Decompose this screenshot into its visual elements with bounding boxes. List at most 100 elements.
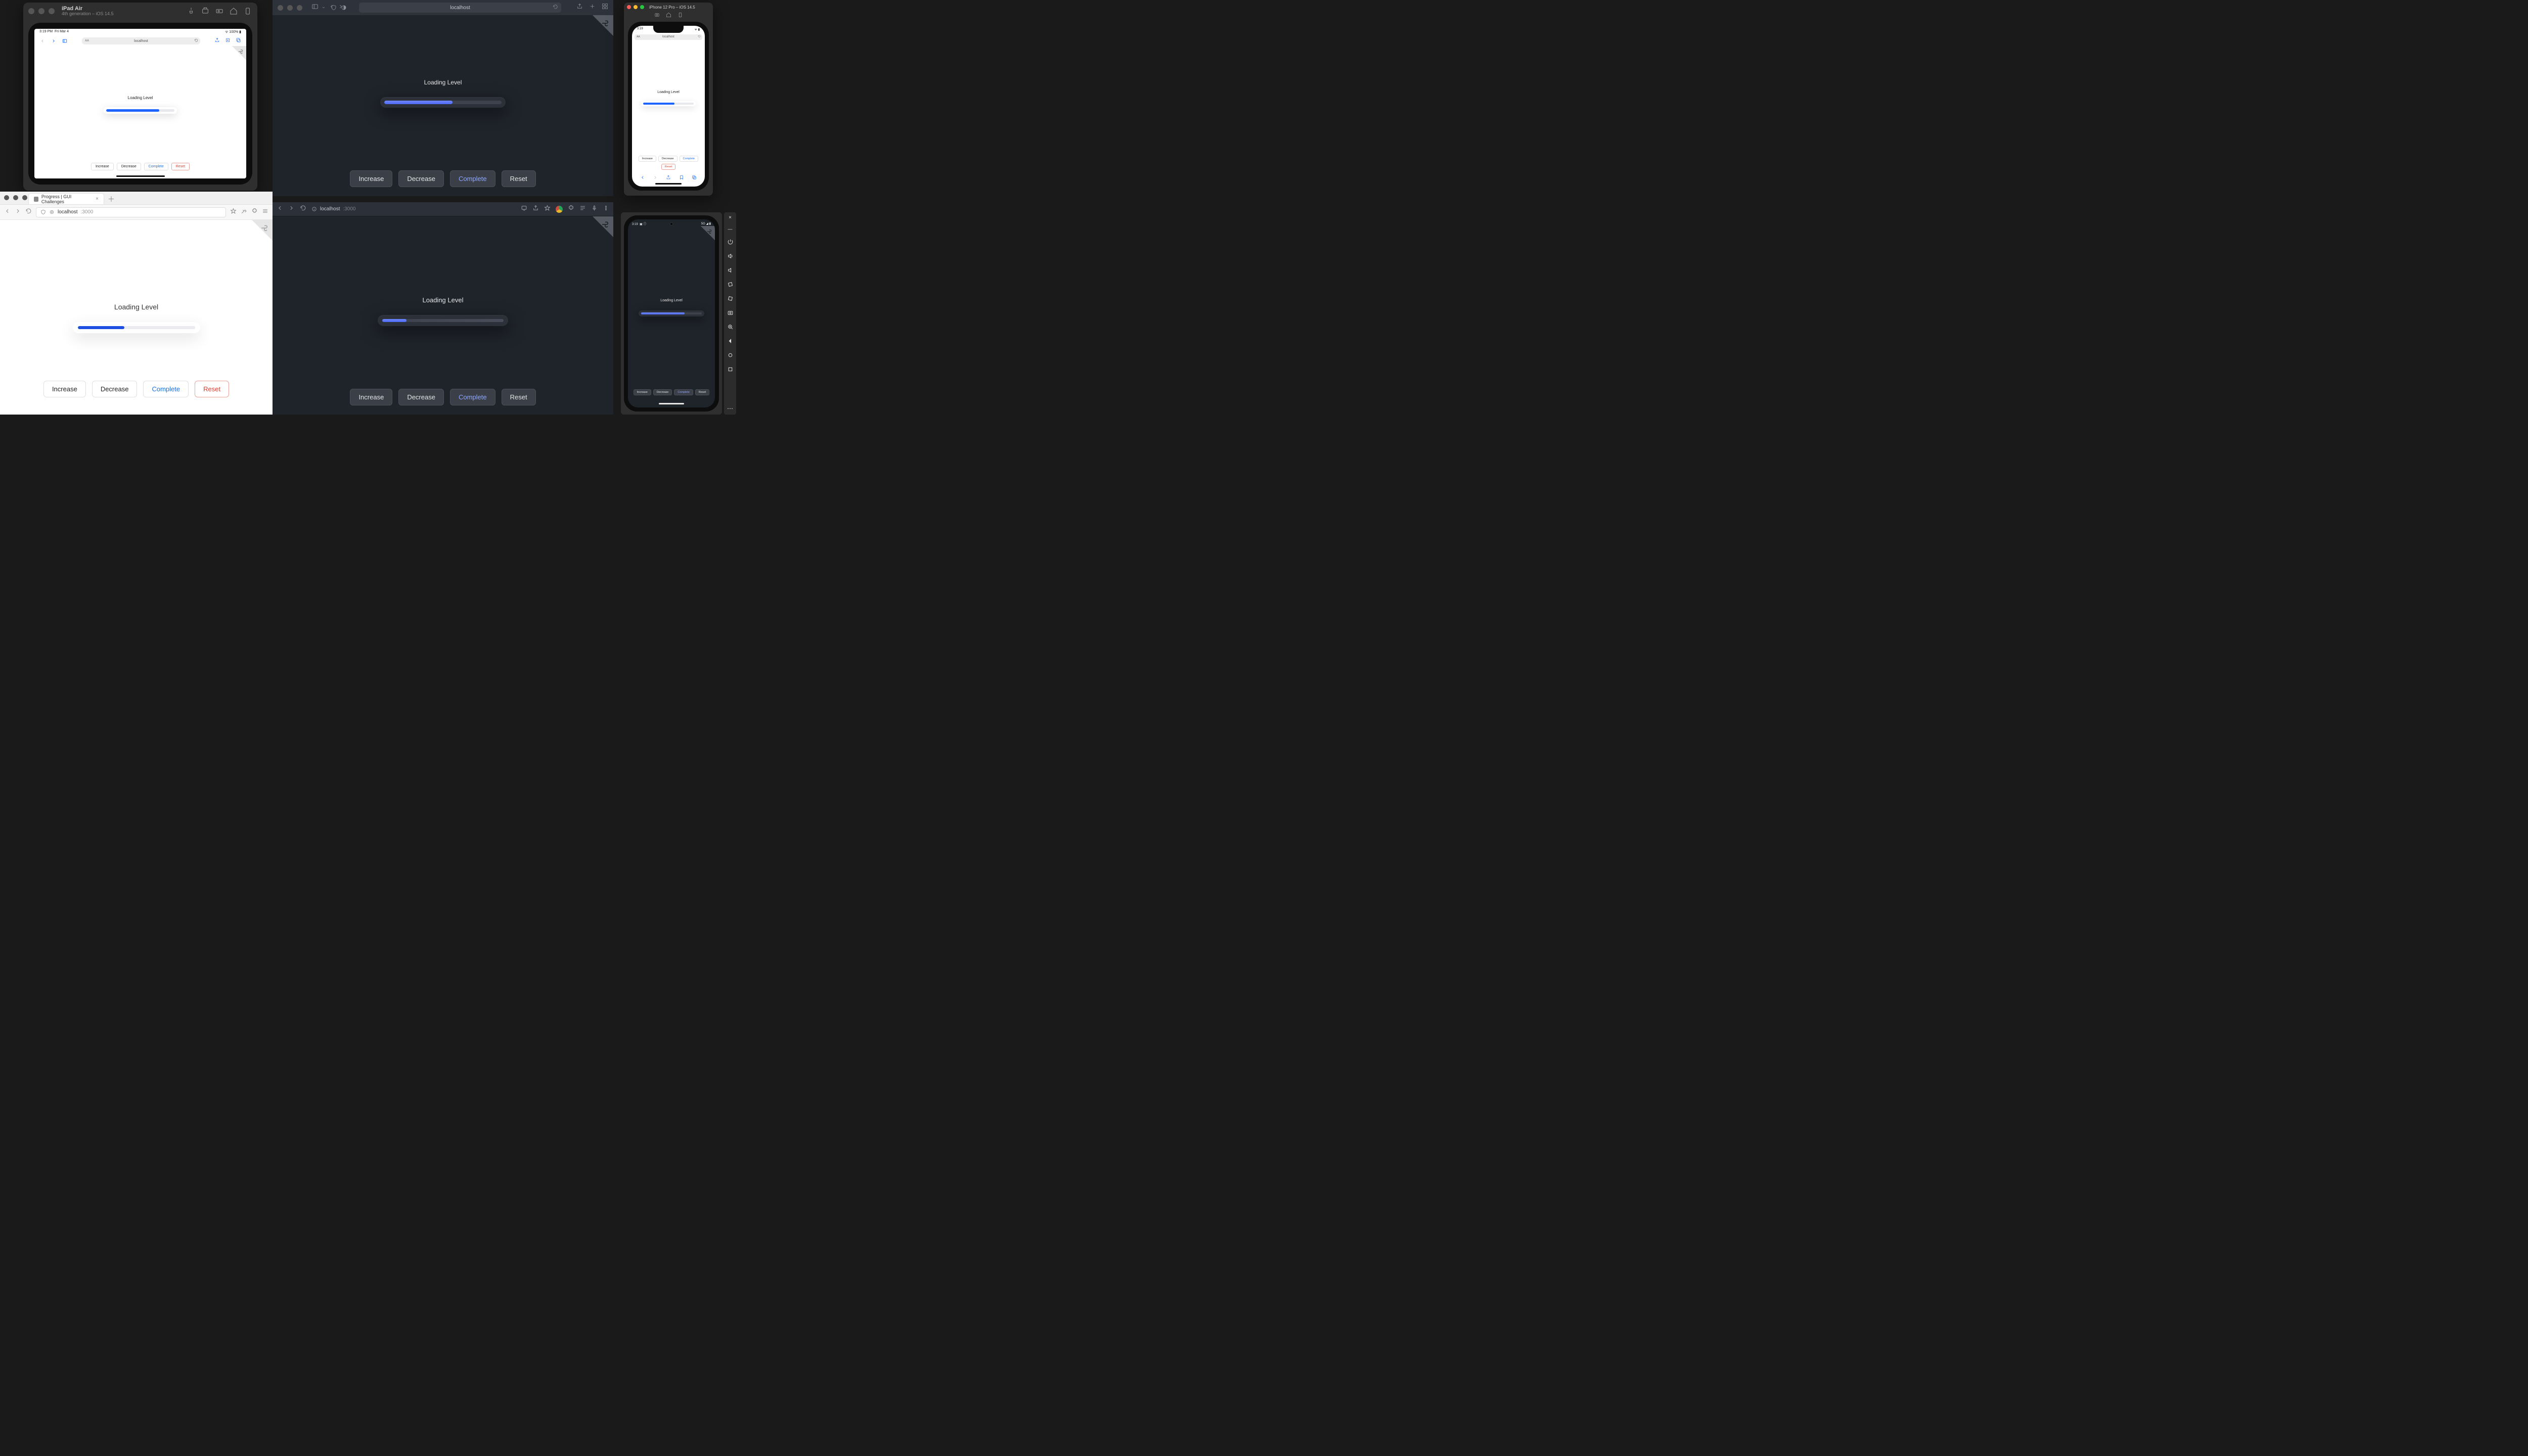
close-icon[interactable] [28,8,34,14]
minimize-icon[interactable] [38,8,44,14]
back-button[interactable] [4,208,11,217]
complete-button[interactable]: Complete [144,163,168,170]
extensions-icon[interactable] [568,205,574,214]
reset-button[interactable]: Reset [195,381,229,397]
increase-button[interactable]: Increase [634,389,651,395]
close-icon[interactable] [627,5,631,9]
reload-icon[interactable] [194,38,198,43]
extensions-icon[interactable] [251,208,258,217]
increase-button[interactable]: Increase [350,389,392,405]
zoom-icon[interactable] [726,323,734,331]
forward-button[interactable] [288,205,295,214]
overview-icon[interactable] [726,365,734,373]
forward-button[interactable] [51,38,57,43]
eyedropper-icon[interactable] [241,208,247,217]
reset-button[interactable]: Reset [502,170,536,187]
pin-icon[interactable] [187,7,196,16]
reader-icon[interactable]: AA [637,35,640,38]
home-indicator[interactable] [655,183,682,185]
record-icon[interactable] [215,7,224,16]
complete-button[interactable]: Complete [450,170,495,187]
info-icon[interactable] [49,209,55,215]
share-icon[interactable] [666,173,671,183]
new-tab-icon[interactable] [589,3,596,12]
back-icon[interactable] [726,337,734,345]
info-icon[interactable] [311,206,317,212]
rotate-icon[interactable] [243,7,252,16]
rotate-right-icon[interactable] [726,294,734,302]
new-tab-button[interactable]: ＋ [106,194,116,204]
reload-icon[interactable] [553,4,558,11]
maximize-icon[interactable] [640,5,644,9]
close-icon[interactable] [278,5,283,11]
rotate-icon[interactable] [678,11,683,20]
volume-up-icon[interactable] [726,252,734,260]
cast-icon[interactable] [521,205,527,214]
menu-icon[interactable] [262,208,268,217]
camera-icon[interactable] [726,308,734,316]
decrease-button[interactable]: Decrease [658,156,678,162]
back-button[interactable] [640,173,645,183]
increase-button[interactable]: Increase [639,156,656,162]
close-icon[interactable] [4,195,9,200]
chevron-down-icon[interactable] [322,3,326,12]
maximize-icon[interactable] [297,5,302,11]
decrease-button[interactable]: Decrease [92,381,138,397]
complete-button[interactable]: Complete [450,389,495,405]
rotate-left-icon[interactable] [726,280,734,288]
mic-icon[interactable] [591,205,598,214]
decrease-button[interactable]: Decrease [398,170,444,187]
maximize-icon[interactable] [22,195,27,200]
address-bar[interactable]: localhost [359,3,561,13]
appearance-icon[interactable] [341,5,347,11]
increase-button[interactable]: Increase [350,170,392,187]
browser-tab[interactable]: Progress | GUI Challenges × [28,193,104,204]
sidebar-icon[interactable] [62,38,68,43]
minimize-icon[interactable] [634,5,638,9]
reload-icon[interactable] [25,208,32,217]
increase-button[interactable]: Increase [91,163,114,170]
complete-button[interactable]: Complete [143,381,189,397]
back-button[interactable] [277,205,283,214]
complete-button[interactable]: Complete [680,156,699,162]
forward-button[interactable] [15,208,21,217]
home-icon[interactable] [726,351,734,359]
menu-icon[interactable] [603,205,609,214]
more-icon[interactable]: ⋯ [727,405,733,412]
home-icon[interactable] [229,7,238,16]
address-bar[interactable]: AA localhost [82,37,200,44]
screenshot-icon[interactable] [201,7,210,16]
nav-bar[interactable] [628,399,715,407]
address-bar[interactable]: localhost:3000 [36,207,226,217]
screenshot-icon[interactable] [654,11,660,20]
sidebar-icon[interactable] [311,3,319,13]
forward-button[interactable] [653,173,658,183]
power-icon[interactable] [726,238,734,246]
reader-icon[interactable]: AA [85,39,89,42]
address-bar[interactable]: AA localhost [635,34,702,40]
reload-icon[interactable] [698,35,701,39]
share-icon[interactable] [532,205,539,214]
share-icon[interactable] [214,36,220,46]
decrease-button[interactable]: Decrease [117,163,141,170]
minimize-icon[interactable] [287,5,293,11]
decrease-button[interactable]: Decrease [653,389,672,395]
tabs-icon[interactable] [602,3,608,12]
shield-icon[interactable] [331,5,337,11]
decrease-button[interactable]: Decrease [398,389,444,405]
address-bar[interactable]: localhost:3000 [311,206,356,212]
tabs-icon[interactable] [692,173,697,183]
home-icon[interactable] [666,11,671,20]
reset-button[interactable]: Reset [695,389,709,395]
home-indicator[interactable] [116,175,165,177]
shield-icon[interactable] [40,209,46,215]
reload-icon[interactable] [300,205,306,214]
new-tab-icon[interactable] [225,36,231,46]
back-button[interactable] [39,38,46,43]
tabs-icon[interactable] [236,36,241,46]
profile-icon[interactable] [556,206,563,213]
volume-down-icon[interactable] [726,266,734,274]
maximize-icon[interactable] [49,8,55,14]
increase-button[interactable]: Increase [43,381,86,397]
share-icon[interactable] [576,3,583,12]
